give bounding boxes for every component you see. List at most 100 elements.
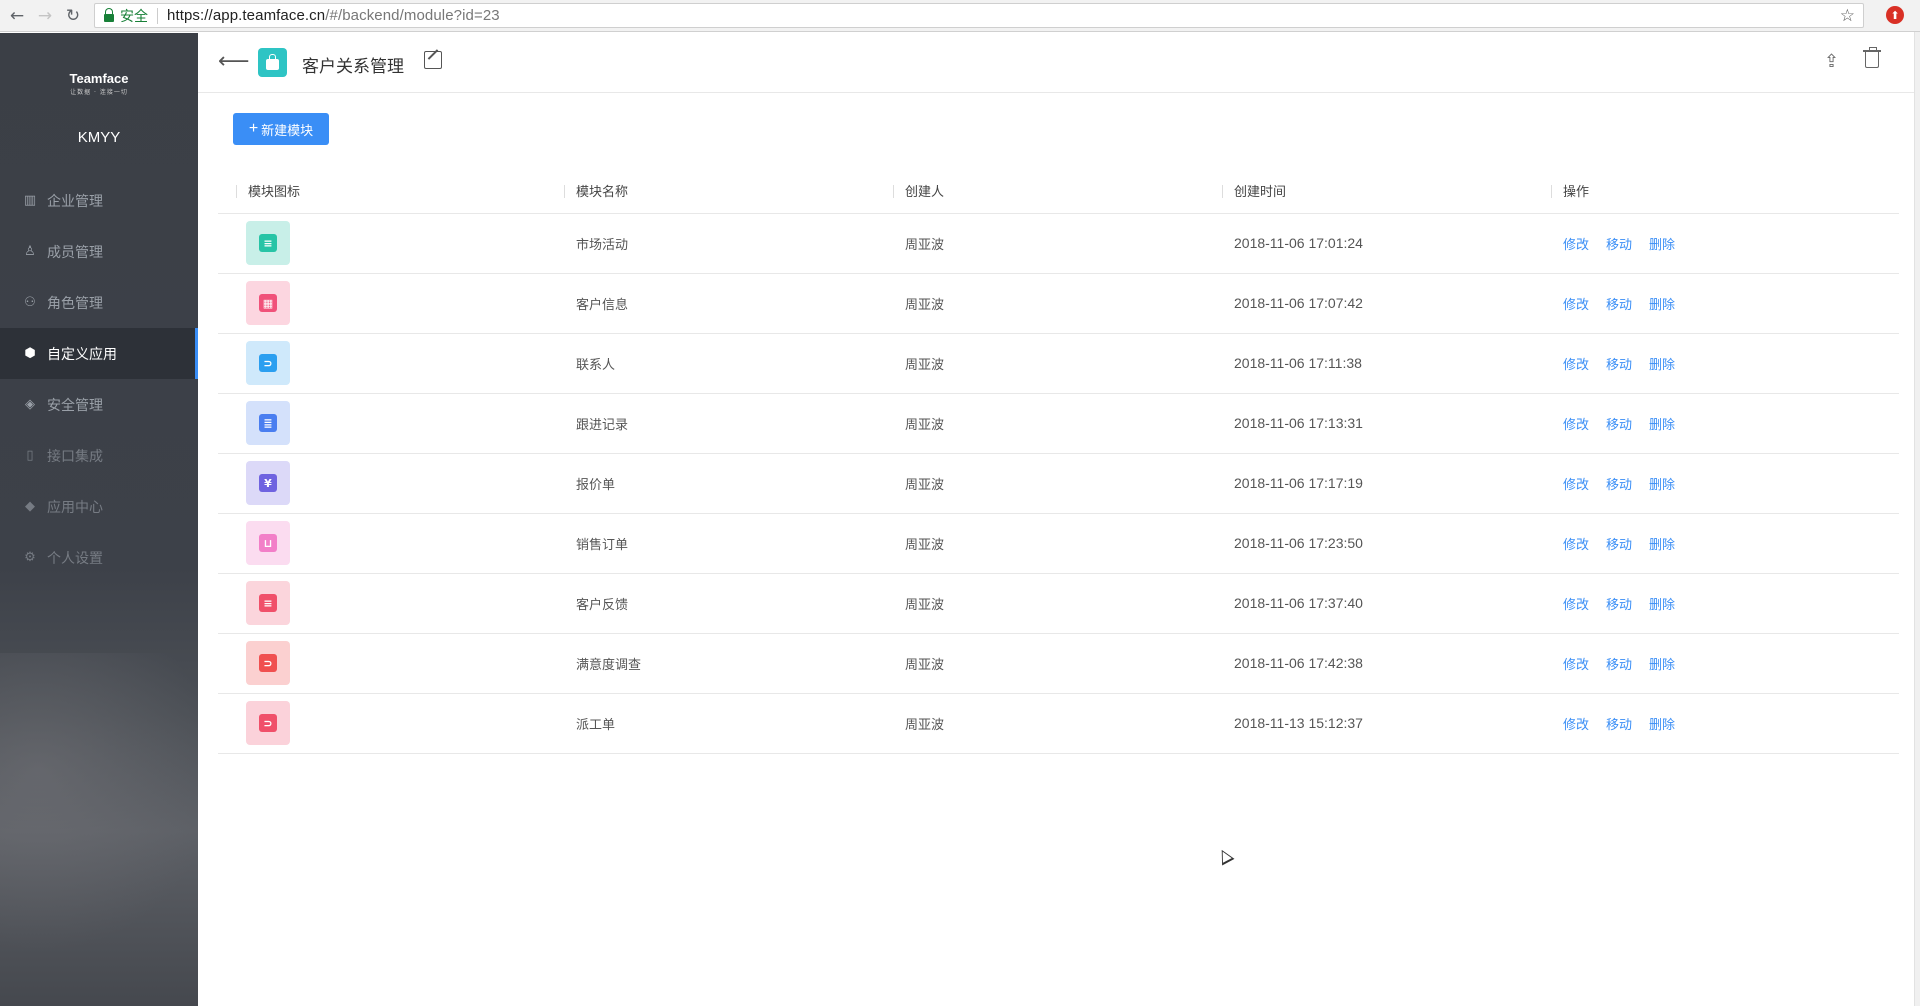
edit-icon[interactable] (424, 51, 442, 69)
cell-module-name: 客户信息 (546, 273, 875, 334)
icon-glyph: ≡ (263, 236, 273, 250)
calendar-icon: ▦ (259, 294, 277, 312)
edit-link[interactable]: 修改 (1563, 238, 1589, 253)
sidebar-menu: ▥ 企业管理 ♙ 成员管理 ⚇ 角色管理 ⬢ 自定义应用 ◈ 安全管理 ▯ 接口… (0, 175, 198, 583)
cell-created-time: 2018-11-06 17:07:42 (1204, 273, 1533, 334)
move-link[interactable]: 移动 (1606, 238, 1632, 253)
cell-actions: 修改 移动 删除 (1533, 273, 1899, 334)
cell-module-name: 市场活动 (546, 213, 875, 274)
sidebar-item-label: 安全管理 (47, 397, 103, 414)
cell-creator: 周亚波 (875, 333, 1204, 394)
module-icon: ▦ (246, 281, 290, 325)
mouse-cursor (1215, 846, 1235, 866)
delete-link[interactable]: 删除 (1649, 418, 1675, 433)
module-icon: ⊃ (246, 641, 290, 685)
scrollbar[interactable] (1914, 32, 1920, 1006)
export-icon[interactable]: ⇪ (1824, 51, 1839, 72)
edit-link[interactable]: 修改 (1563, 658, 1589, 673)
folder-icon: ⊃ (259, 354, 277, 372)
delete-link[interactable]: 删除 (1649, 238, 1675, 253)
page-header: ⟵ 客户关系管理 ⇪ (198, 33, 1914, 93)
url-text: https://app.teamface.cn/#/backend/module… (167, 7, 500, 24)
move-link[interactable]: 移动 (1606, 478, 1632, 493)
sidebar-item-integration[interactable]: ▯ 接口集成 (0, 430, 198, 481)
extension-icon[interactable]: ⬆ (1886, 6, 1904, 24)
module-icon: ⊃ (246, 701, 290, 745)
cell-icon: ▦ (218, 273, 546, 334)
delete-link[interactable]: 删除 (1649, 718, 1675, 733)
edit-link[interactable]: 修改 (1563, 418, 1589, 433)
table-row: ≡ 市场活动 周亚波 2018-11-06 17:01:24 修改 移动 删除 (218, 213, 1899, 274)
address-bar[interactable]: 安全 https://app.teamface.cn/#/backend/mod… (94, 3, 1864, 28)
move-link[interactable]: 移动 (1606, 718, 1632, 733)
new-module-button[interactable]: + 新建模块 (233, 113, 329, 145)
move-link[interactable]: 移动 (1606, 598, 1632, 613)
folder-icon: ⊃ (259, 654, 277, 672)
bookmark-star-icon[interactable]: ☆ (1840, 6, 1855, 26)
back-arrow-icon[interactable]: ⟵ (218, 49, 250, 74)
sidebar-item-roles[interactable]: ⚇ 角色管理 (0, 277, 198, 328)
sidebar-item-label: 角色管理 (47, 295, 103, 312)
move-link[interactable]: 移动 (1606, 298, 1632, 313)
note-icon: ≣ (259, 414, 277, 432)
sidebar-item-app-center[interactable]: ◆ 应用中心 (0, 481, 198, 532)
cell-created-time: 2018-11-06 17:13:31 (1204, 393, 1533, 454)
sidebar-item-members[interactable]: ♙ 成员管理 (0, 226, 198, 277)
move-link[interactable]: 移动 (1606, 418, 1632, 433)
sidebar-item-enterprise[interactable]: ▥ 企业管理 (0, 175, 198, 226)
delete-link[interactable]: 删除 (1649, 358, 1675, 373)
icon-glyph: ¥ (264, 476, 272, 490)
back-arrow-icon[interactable]: ← (6, 5, 28, 27)
cell-creator: 周亚波 (875, 273, 1204, 334)
edit-link[interactable]: 修改 (1563, 538, 1589, 553)
module-icon: ≡ (246, 221, 290, 265)
column-header: 操作 (1533, 169, 1899, 214)
module-icon: ⊔ (246, 521, 290, 565)
table-row: ⊃ 派工单 周亚波 2018-11-13 15:12:37 修改 移动 删除 (218, 693, 1899, 754)
page-title: 客户关系管理 (302, 57, 404, 77)
edit-link[interactable]: 修改 (1563, 358, 1589, 373)
delete-link[interactable]: 删除 (1649, 598, 1675, 613)
cell-created-time: 2018-11-06 17:23:50 (1204, 513, 1533, 574)
cell-actions: 修改 移动 删除 (1533, 213, 1899, 274)
move-link[interactable]: 移动 (1606, 538, 1632, 553)
cell-icon: ⊔ (218, 513, 546, 574)
reload-icon[interactable]: ↻ (62, 5, 84, 27)
icon-glyph: ⊔ (263, 536, 273, 550)
edit-link[interactable]: 修改 (1563, 298, 1589, 313)
delete-link[interactable]: 删除 (1649, 298, 1675, 313)
trash-icon[interactable] (1863, 47, 1881, 68)
box-icon: ◆ (25, 498, 35, 514)
sidebar-item-security[interactable]: ◈ 安全管理 (0, 379, 198, 430)
feedback-doc-icon: ≡ (259, 594, 277, 612)
sidebar-item-personal-settings[interactable]: ⚙ 个人设置 (0, 532, 198, 583)
forward-arrow-icon[interactable]: → (34, 5, 56, 27)
move-link[interactable]: 移动 (1606, 658, 1632, 673)
brand-slogan: 让数据 · 连接一切 (70, 89, 128, 96)
list-doc-icon: ≡ (259, 234, 277, 252)
cell-icon: ⊃ (218, 333, 546, 394)
edit-link[interactable]: 修改 (1563, 478, 1589, 493)
delete-link[interactable]: 删除 (1649, 478, 1675, 493)
cell-created-time: 2018-11-06 17:01:24 (1204, 213, 1533, 274)
icon-glyph: ⊃ (263, 356, 273, 370)
brand-name: Teamface (69, 71, 129, 86)
cell-actions: 修改 移动 删除 (1533, 453, 1899, 514)
cube-icon: ⬢ (24, 345, 36, 361)
module-icon: ¥ (246, 461, 290, 505)
delete-link[interactable]: 删除 (1649, 538, 1675, 553)
cell-module-name: 派工单 (546, 693, 875, 754)
icon-glyph: ⊃ (263, 656, 273, 670)
edit-link[interactable]: 修改 (1563, 718, 1589, 733)
sidebar-item-custom-apps[interactable]: ⬢ 自定义应用 (0, 328, 198, 379)
edit-link[interactable]: 修改 (1563, 598, 1589, 613)
cell-creator: 周亚波 (875, 633, 1204, 694)
sidebar-item-label: 个人设置 (47, 550, 103, 567)
cell-created-time: 2018-11-06 17:42:38 (1204, 633, 1533, 694)
delete-link[interactable]: 删除 (1649, 658, 1675, 673)
logo: Teamface 让数据 · 连接一切 (0, 71, 198, 96)
move-link[interactable]: 移动 (1606, 358, 1632, 373)
cell-creator: 周亚波 (875, 453, 1204, 514)
cell-actions: 修改 移动 删除 (1533, 573, 1899, 634)
column-header: 模块图标 (218, 169, 546, 214)
